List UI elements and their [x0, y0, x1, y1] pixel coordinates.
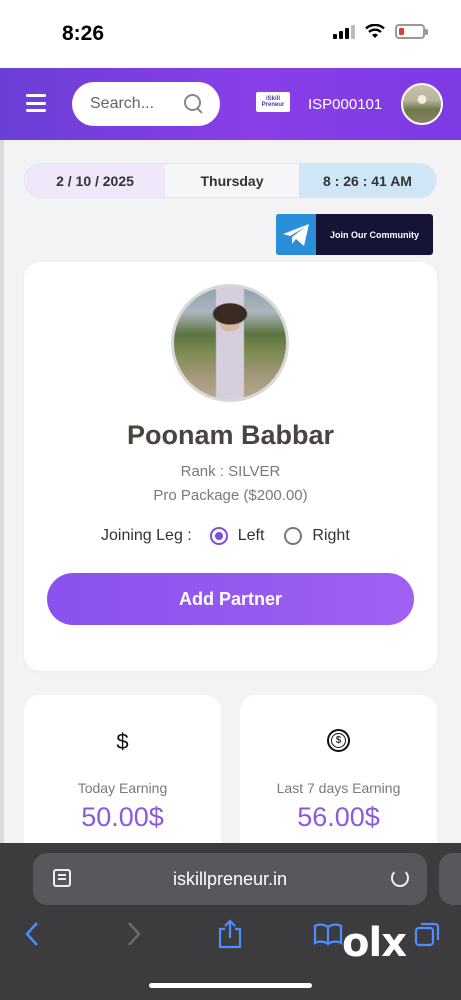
menu-icon[interactable]: [26, 94, 46, 112]
tabs-icon[interactable]: [414, 919, 440, 949]
reader-mode-icon[interactable]: [53, 869, 71, 887]
bookmarks-icon[interactable]: [313, 919, 343, 949]
telegram-icon: [276, 214, 316, 255]
profile-package: Pro Package ($200.00): [153, 487, 308, 504]
earning-label: Last 7 days Earning: [276, 780, 401, 796]
cellular-signal-icon: [333, 24, 355, 39]
search-input[interactable]: [90, 95, 180, 113]
join-community-label: Join Our Community: [329, 229, 419, 240]
profile-rank: Rank : SILVER: [180, 463, 281, 480]
earning-label: Today Earning: [77, 780, 168, 796]
sidebar-edge: [0, 140, 4, 843]
profile-name: Poonam Babbar: [126, 420, 335, 450]
current-day: Thursday: [165, 164, 299, 197]
share-icon[interactable]: [217, 919, 243, 949]
earning-value: 50.00$: [81, 802, 164, 832]
wifi-icon: [365, 24, 385, 38]
url-text: iskillpreneur.in: [172, 868, 288, 889]
current-date: 2 / 10 / 2025: [25, 164, 165, 197]
next-tab-preview[interactable]: [439, 853, 461, 905]
status-time: 8:26: [62, 22, 105, 45]
logo-text: iSkill Preneur: [261, 96, 285, 108]
profile-photo: [171, 284, 289, 402]
search-icon[interactable]: [184, 94, 204, 114]
join-community-button[interactable]: Join Our Community: [276, 214, 433, 255]
status-icons: [333, 24, 428, 39]
radio-right[interactable]: [284, 527, 303, 545]
dollar-icon: $: [116, 729, 129, 754]
earning-value: 56.00$: [297, 802, 380, 832]
brand-logo[interactable]: iSkill Preneur: [256, 92, 290, 112]
earning-card-7days: $ Last 7 days Earning 56.00$: [240, 695, 437, 855]
radio-left[interactable]: [209, 527, 228, 545]
current-time: 8 : 26 : 41 AM: [299, 164, 436, 197]
date-time-bar: 2 / 10 / 2025 Thursday 8 : 26 : 41 AM: [24, 163, 437, 198]
joining-leg-selector: Joining Leg : Left Right: [101, 527, 370, 545]
radio-left-label[interactable]: Left: [238, 527, 265, 545]
avatar[interactable]: [401, 83, 443, 125]
forward-icon[interactable]: [126, 919, 142, 949]
coin-icon: $: [327, 729, 350, 752]
user-id: ISP000101: [308, 96, 383, 113]
search-box[interactable]: [72, 82, 220, 126]
back-icon[interactable]: [24, 919, 40, 949]
olx-watermark: olx: [342, 920, 407, 966]
home-indicator[interactable]: [149, 983, 312, 988]
battery-icon: [395, 24, 428, 39]
earning-card-today: $ Today Earning 50.00$: [24, 695, 221, 855]
reload-icon[interactable]: [391, 869, 409, 887]
status-bar: 8:26: [0, 0, 461, 68]
profile-card: Poonam Babbar Rank : SILVER Pro Package …: [24, 262, 437, 671]
radio-right-label[interactable]: Right: [312, 527, 349, 545]
address-bar[interactable]: iskillpreneur.in: [33, 853, 427, 905]
add-partner-button[interactable]: Add Partner: [47, 573, 414, 625]
app-header: [0, 68, 461, 140]
joining-leg-label: Joining Leg :: [101, 527, 192, 544]
